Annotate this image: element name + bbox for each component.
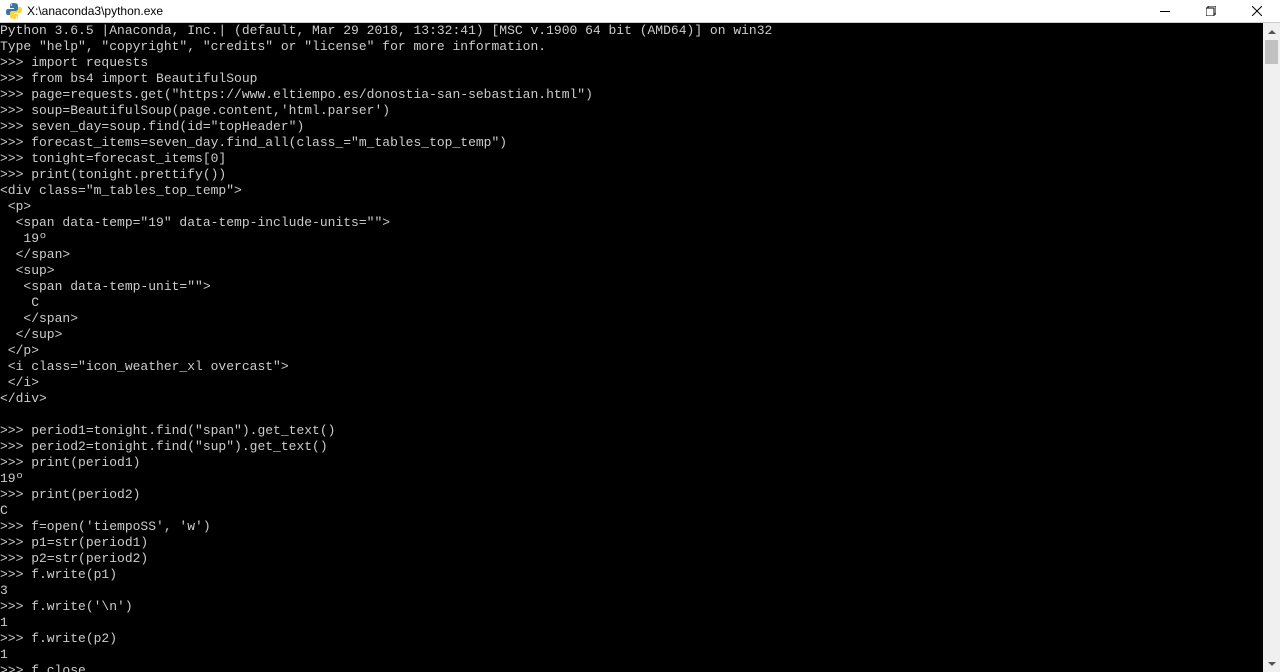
scroll-down-arrow[interactable] xyxy=(1263,655,1280,672)
window-title: X:\anaconda3\python.exe xyxy=(27,4,1142,18)
scrollbar[interactable] xyxy=(1263,23,1280,672)
app-icon xyxy=(6,3,22,19)
minimize-button[interactable] xyxy=(1142,0,1188,22)
terminal-wrap: Python 3.6.5 |Anaconda, Inc.| (default, … xyxy=(0,23,1280,672)
window-controls xyxy=(1142,0,1280,22)
close-button[interactable] xyxy=(1234,0,1280,22)
scroll-up-arrow[interactable] xyxy=(1263,23,1280,40)
scroll-track[interactable] xyxy=(1263,40,1280,655)
maximize-button[interactable] xyxy=(1188,0,1234,22)
scroll-thumb[interactable] xyxy=(1265,40,1278,64)
window-title-bar: X:\anaconda3\python.exe xyxy=(0,0,1280,23)
terminal-output[interactable]: Python 3.6.5 |Anaconda, Inc.| (default, … xyxy=(0,23,1263,672)
